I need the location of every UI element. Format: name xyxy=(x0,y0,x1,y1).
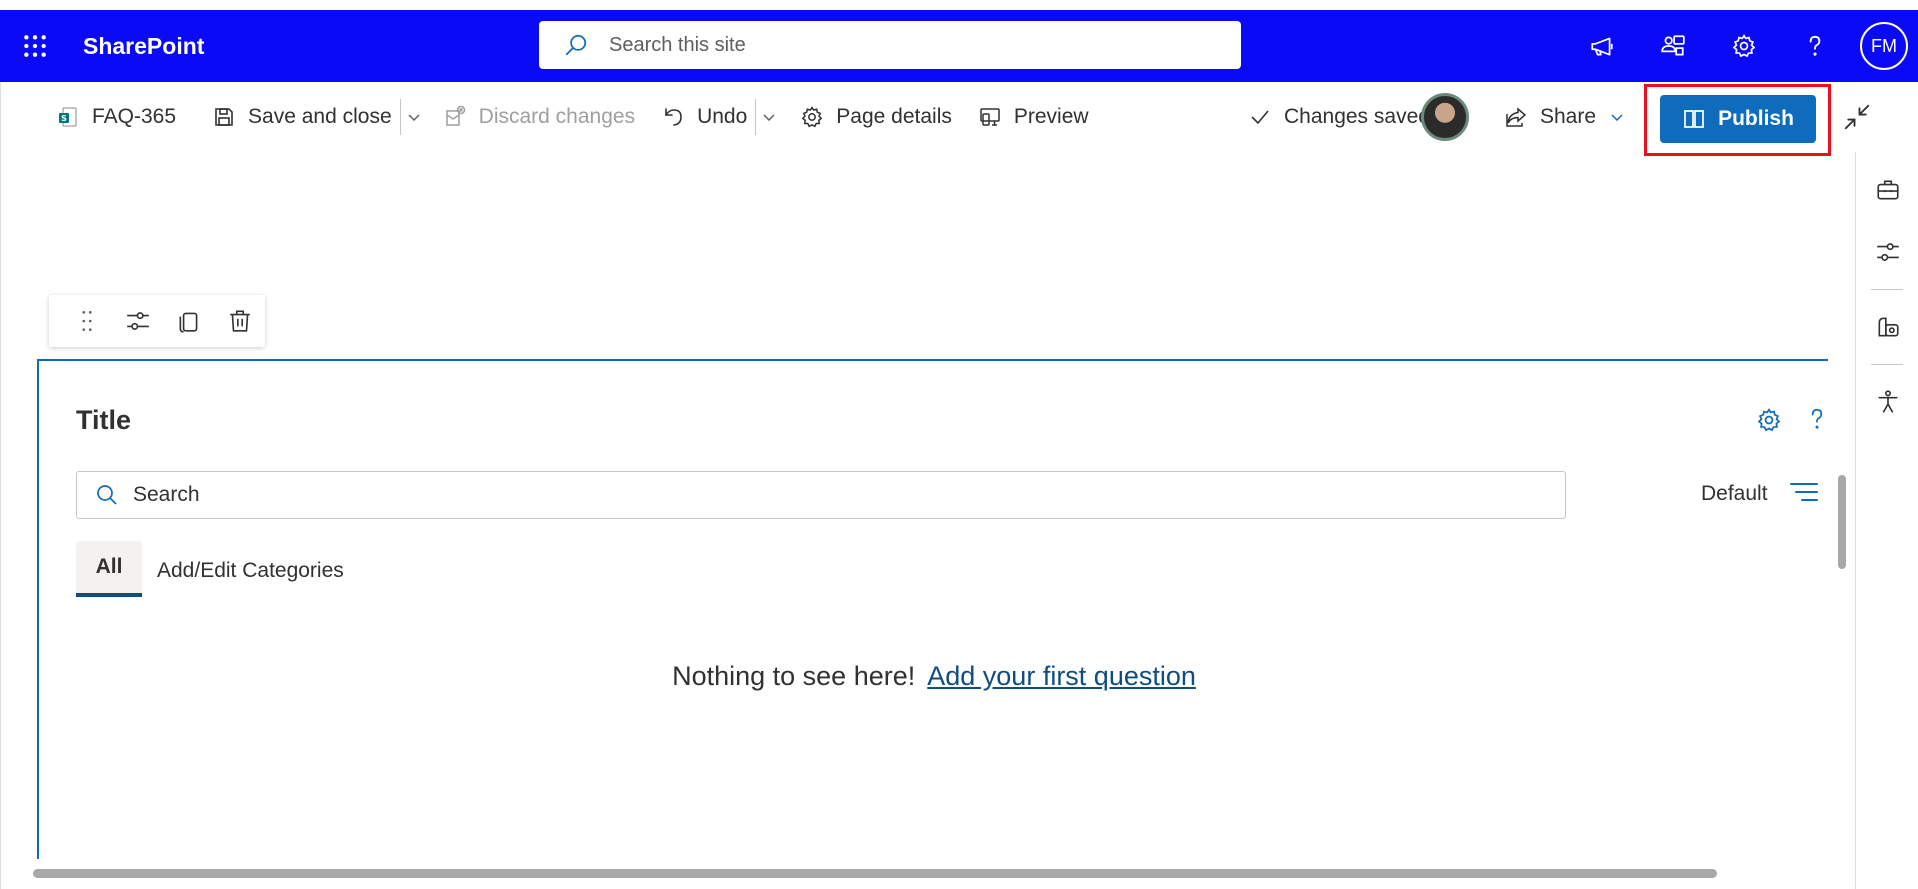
preview-button[interactable]: Preview xyxy=(970,97,1097,137)
app-launcher-button[interactable] xyxy=(0,10,70,82)
preview-icon xyxy=(980,108,1000,126)
faq-search-input[interactable]: Search xyxy=(76,471,1566,519)
copy-icon xyxy=(179,312,197,333)
publish-label: Publish xyxy=(1718,107,1794,130)
site-search-placeholder: Search this site xyxy=(609,33,746,56)
accessibility-button[interactable] xyxy=(1856,371,1918,433)
gear-icon xyxy=(801,106,823,128)
coauthor-avatar[interactable] xyxy=(1421,93,1469,141)
tab-all[interactable]: All xyxy=(76,541,142,597)
save-status-label: Changes saved xyxy=(1284,105,1430,128)
save-options-dropdown[interactable] xyxy=(401,97,427,137)
checkmark-icon xyxy=(1251,110,1269,125)
book-open-icon xyxy=(1684,110,1704,128)
search-icon xyxy=(565,34,587,56)
page-name: FAQ-365 xyxy=(92,105,177,128)
drag-handle[interactable] xyxy=(61,295,112,347)
share-icon xyxy=(1506,107,1527,127)
suite-bar: SharePoint Search this site FM xyxy=(0,0,1918,82)
undo-label: Undo xyxy=(697,105,748,128)
publish-highlight-box: Publish xyxy=(1644,84,1831,156)
undo-icon xyxy=(665,108,682,126)
drag-grip-icon xyxy=(81,311,92,331)
chevron-down-icon xyxy=(1611,114,1623,122)
announcements-button[interactable] xyxy=(1566,10,1637,82)
gear-icon xyxy=(1732,34,1755,58)
teams-share-button[interactable] xyxy=(1637,10,1708,82)
help-icon xyxy=(1809,35,1820,56)
rail-divider xyxy=(1871,289,1903,290)
webpart-title[interactable]: Title xyxy=(76,405,131,436)
save-and-close-label: Save and close xyxy=(248,105,392,128)
undo-button[interactable]: Undo xyxy=(653,97,755,137)
rail-divider xyxy=(1871,364,1903,365)
waffle-icon xyxy=(24,35,46,57)
edit-webpart-button[interactable] xyxy=(112,295,163,347)
account-avatar[interactable]: FM xyxy=(1860,22,1908,70)
toolbox-icon xyxy=(1876,180,1899,200)
discard-changes-button[interactable]: Discard changes xyxy=(435,97,643,137)
site-search-box[interactable]: Search this site xyxy=(539,21,1241,69)
horizontal-scrollbar[interactable] xyxy=(33,869,1717,878)
collapse-icon[interactable] xyxy=(1842,102,1872,132)
design-ideas-button[interactable] xyxy=(1856,296,1918,358)
suite-icons: FM xyxy=(1566,10,1918,82)
share-label: Share xyxy=(1540,105,1597,128)
save-icon xyxy=(215,108,233,126)
help-icon[interactable] xyxy=(1804,405,1830,433)
discard-icon xyxy=(445,105,465,126)
teams-share-icon xyxy=(1660,35,1685,56)
share-options-dropdown[interactable] xyxy=(1604,97,1630,137)
share-button[interactable]: Share xyxy=(1496,97,1604,137)
sort-label[interactable]: Default xyxy=(1701,482,1768,506)
sliders-icon xyxy=(126,312,149,330)
save-status: Changes saved xyxy=(1240,97,1438,137)
page-name-item[interactable]: S FAQ-365 xyxy=(48,97,184,137)
publish-button[interactable]: Publish xyxy=(1660,95,1816,143)
chevron-down-icon xyxy=(408,114,420,122)
sharepoint-page-icon: S xyxy=(59,107,77,127)
gear-icon[interactable] xyxy=(1756,407,1782,433)
tab-add-edit-categories[interactable]: Add/Edit Categories xyxy=(157,559,344,583)
webpart-toolbar xyxy=(49,295,265,347)
save-and-close-button[interactable]: Save and close xyxy=(204,97,400,137)
faq-webpart: Title Search Default All Add/Edit Catego… xyxy=(37,359,1828,859)
add-first-question-link[interactable]: Add your first question xyxy=(927,661,1196,692)
page-edge xyxy=(0,82,1,889)
page-details-label: Page details xyxy=(836,105,952,128)
trash-icon xyxy=(229,310,250,332)
vertical-scrollbar[interactable] xyxy=(1838,475,1846,569)
help-button[interactable] xyxy=(1779,10,1850,82)
faq-search-placeholder: Search xyxy=(133,483,200,506)
settings-button[interactable] xyxy=(1708,10,1779,82)
right-rail xyxy=(1855,152,1918,889)
chevron-down-icon xyxy=(763,114,775,122)
empty-state-text: Nothing to see here! xyxy=(672,661,916,691)
brand-name[interactable]: SharePoint xyxy=(83,33,204,60)
sort-lines-icon[interactable] xyxy=(1789,479,1819,505)
discard-changes-label: Discard changes xyxy=(478,105,636,128)
empty-state: Nothing to see here! Add your first ques… xyxy=(39,661,1829,692)
design-ideas-icon xyxy=(1878,317,1899,337)
command-bar: S FAQ-365 Save and close Discard changes… xyxy=(0,82,1918,156)
toolbox-button[interactable] xyxy=(1856,159,1918,221)
preview-label: Preview xyxy=(1013,105,1089,128)
properties-button[interactable] xyxy=(1856,221,1918,283)
suite-bar-inner: SharePoint Search this site FM xyxy=(0,10,1918,82)
svg-text:S: S xyxy=(61,114,67,123)
delete-webpart-button[interactable] xyxy=(214,295,265,347)
duplicate-webpart-button[interactable] xyxy=(163,295,214,347)
undo-options-dropdown[interactable] xyxy=(756,97,782,137)
accessibility-icon xyxy=(1878,390,1897,413)
megaphone-icon xyxy=(1590,37,1613,56)
sliders-icon xyxy=(1876,243,1899,261)
page-details-button[interactable]: Page details xyxy=(792,97,960,137)
search-icon xyxy=(97,485,117,505)
